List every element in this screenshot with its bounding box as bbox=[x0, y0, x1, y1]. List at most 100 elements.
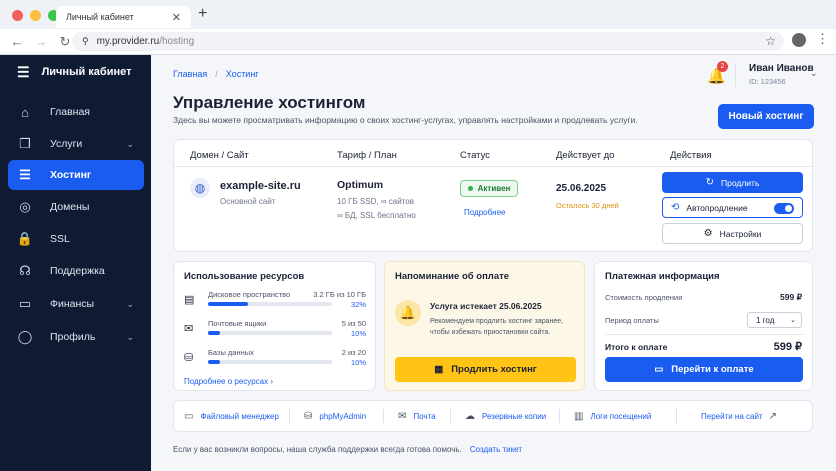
close-tab-icon[interactable]: ✕ bbox=[172, 11, 181, 24]
sidebar-item-home[interactable]: ⌂ Главная bbox=[8, 97, 144, 127]
details-link[interactable]: Подробнее bbox=[464, 208, 506, 217]
site-subtitle: Основной сайт bbox=[220, 197, 276, 206]
sidebar-item-finance[interactable]: ▭ Финансы ⌄ bbox=[8, 289, 144, 319]
main-content: Главная / Хостинг 🔔 2 Иван Иванов ID: 1234… bbox=[151, 55, 836, 471]
sidebar-item-label: Финансы bbox=[50, 298, 95, 310]
chevron-down-icon[interactable]: ⌄ bbox=[810, 68, 818, 79]
close-window-button[interactable] bbox=[12, 10, 23, 21]
mail-icon: ✉ bbox=[398, 410, 407, 422]
wallet-icon: ▭ bbox=[18, 296, 32, 311]
sidebar-item-ssl[interactable]: 🔒 SSL bbox=[8, 224, 144, 254]
resources-title: Использование ресурсов bbox=[184, 271, 305, 282]
browser-menu-icon[interactable]: ⋮ bbox=[816, 31, 829, 47]
resource-value: 3.2 ГБ из 10 ГБ bbox=[313, 290, 366, 299]
resource-progress bbox=[208, 331, 332, 335]
sidebar-item-services[interactable]: ❒ Услуги ⌄ bbox=[8, 129, 144, 159]
resources-details-link[interactable]: Подробнее о ресурсах › bbox=[184, 377, 273, 386]
external-link-icon: ↗ bbox=[768, 410, 777, 422]
tab-title: Личный кабинет bbox=[66, 12, 134, 22]
headset-icon: ☊ bbox=[19, 263, 31, 278]
status-label: Активен bbox=[477, 184, 511, 193]
url-path: /hosting bbox=[159, 36, 195, 47]
chevron-down-icon: ⌄ bbox=[790, 317, 796, 324]
refresh-icon: ↻ bbox=[705, 177, 714, 188]
window-controls bbox=[12, 10, 59, 21]
column-header-plan: Тариф / План bbox=[337, 150, 397, 161]
column-header-status: Статус bbox=[460, 150, 491, 161]
quick-link-logs[interactable]: ▥ Логи посещений bbox=[560, 400, 676, 432]
sidebar-item-label: Домены bbox=[50, 201, 90, 213]
database-icon: ⛁ bbox=[184, 352, 194, 364]
reminder-title: Напоминание об оплате bbox=[395, 271, 510, 282]
quick-links-bar: ▭ Файловый менеджер ⛁ phpMyAdmin ✉ Почта ☁ Р… bbox=[173, 400, 813, 432]
period-select[interactable]: 1 год ⌄ bbox=[747, 312, 802, 328]
url-host: my.provider.ru bbox=[96, 36, 160, 47]
quick-link-visit-site[interactable]: Перейти на сайт ↗ bbox=[677, 400, 777, 432]
sidebar-item-domains[interactable]: ◎ Домены bbox=[8, 192, 144, 222]
browser-profile-icon[interactable] bbox=[792, 33, 806, 47]
create-ticket-link[interactable]: Создать тикет bbox=[470, 445, 522, 454]
bookmark-star-icon[interactable]: ☆ bbox=[765, 34, 776, 48]
new-tab-button[interactable]: + bbox=[198, 5, 207, 23]
back-icon[interactable]: ← bbox=[10, 34, 24, 49]
resource-progress-fill bbox=[208, 302, 248, 306]
quick-link-label: Файловый менеджер bbox=[200, 411, 279, 421]
chart-icon: ▥ bbox=[574, 410, 584, 422]
autorenew-toggle[interactable] bbox=[774, 203, 794, 214]
extend-hosting-button[interactable]: ▦ Продлить хостинг bbox=[395, 357, 576, 382]
go-to-payment-button[interactable]: ▭ Перейти к оплате bbox=[605, 357, 803, 382]
breadcrumb: Главная / Хостинг bbox=[173, 69, 259, 79]
status-dot-icon bbox=[467, 186, 473, 191]
quick-link-label: phpMyAdmin bbox=[319, 411, 367, 421]
quick-link-label: Почта bbox=[413, 411, 436, 421]
quick-link-backups[interactable]: ☁ Резервные копии bbox=[451, 400, 559, 432]
sidebar-item-hosting[interactable]: ☰ Хостинг bbox=[8, 160, 144, 190]
renew-button[interactable]: ↻ Продлить bbox=[662, 172, 803, 193]
resource-value: 5 из 50 bbox=[341, 319, 366, 328]
breadcrumb-hosting[interactable]: Хостинг bbox=[226, 69, 259, 79]
extend-hosting-label: Продлить хостинг bbox=[451, 364, 537, 375]
breadcrumb-separator: / bbox=[215, 69, 218, 79]
notification-count-badge: 2 bbox=[717, 61, 728, 72]
quick-link-file-manager[interactable]: ▭ Файловый менеджер bbox=[174, 400, 289, 432]
resource-label: Почтовые ящики bbox=[208, 319, 267, 328]
breadcrumb-home[interactable]: Главная bbox=[173, 69, 207, 79]
menu-icon[interactable]: ☰ bbox=[17, 64, 30, 81]
minimize-window-button[interactable] bbox=[30, 10, 41, 21]
resource-percent: 10% bbox=[350, 329, 366, 338]
settings-button[interactable]: ⚙ Настройки bbox=[662, 223, 803, 244]
column-header-valid-until: Действует до bbox=[556, 150, 615, 161]
sidebar-item-label: Главная bbox=[50, 106, 90, 118]
site-info-icon[interactable]: ⚲ bbox=[82, 36, 89, 47]
reminder-headline: Услуга истекает 25.06.2025 bbox=[430, 301, 542, 311]
sidebar-item-profile[interactable]: ◯ Профиль ⌄ bbox=[8, 322, 144, 352]
payment-title: Платежная информация bbox=[605, 271, 720, 282]
sync-icon: ⟲ bbox=[671, 202, 680, 213]
resource-progress-fill bbox=[208, 360, 221, 364]
sidebar-item-support[interactable]: ☊ Поддержка bbox=[8, 256, 144, 286]
chevron-down-icon: ⌄ bbox=[126, 298, 134, 309]
days-left: Осталось 30 дней bbox=[556, 201, 619, 210]
services-icon: ❒ bbox=[19, 136, 31, 151]
autorenew-control[interactable]: ⟲ Автопродление bbox=[662, 197, 803, 218]
chevron-down-icon: ⌄ bbox=[126, 331, 134, 342]
bell-icon: 🔔 bbox=[395, 300, 421, 326]
new-hosting-button[interactable]: Новый хостинг bbox=[718, 104, 814, 129]
sidebar-title: Личный кабинет bbox=[41, 66, 132, 78]
page-title: Управление хостингом bbox=[173, 93, 366, 112]
browser-chrome: Личный кабинет ✕ + ← → ↻ ⚲ my.provider.r… bbox=[0, 0, 836, 55]
chevron-down-icon: ⌄ bbox=[126, 138, 134, 149]
quick-link-mail[interactable]: ✉ Почта bbox=[384, 400, 450, 432]
user-menu[interactable]: Иван Иванов ID: 123456 bbox=[749, 63, 814, 86]
reload-icon[interactable]: ↻ bbox=[58, 34, 72, 50]
footer-text: Если у вас возникли вопросы, наша служба… bbox=[173, 445, 462, 454]
resources-card: Использование ресурсов ▤ Дисковое простр… bbox=[173, 261, 376, 391]
support-footer: Если у вас возникли вопросы, наша служба… bbox=[173, 445, 522, 454]
total-label: Итого к оплате bbox=[605, 342, 668, 352]
browser-tab[interactable]: Личный кабинет ✕ bbox=[56, 6, 191, 28]
quick-link-label: Логи посещений bbox=[590, 411, 652, 421]
forward-icon[interactable]: → bbox=[34, 34, 48, 49]
mail-icon: ✉ bbox=[184, 323, 194, 335]
quick-link-phpmyadmin[interactable]: ⛁ phpMyAdmin bbox=[290, 400, 383, 432]
url-field[interactable]: ⚲ my.provider.ru/hosting ☆ bbox=[72, 32, 784, 51]
